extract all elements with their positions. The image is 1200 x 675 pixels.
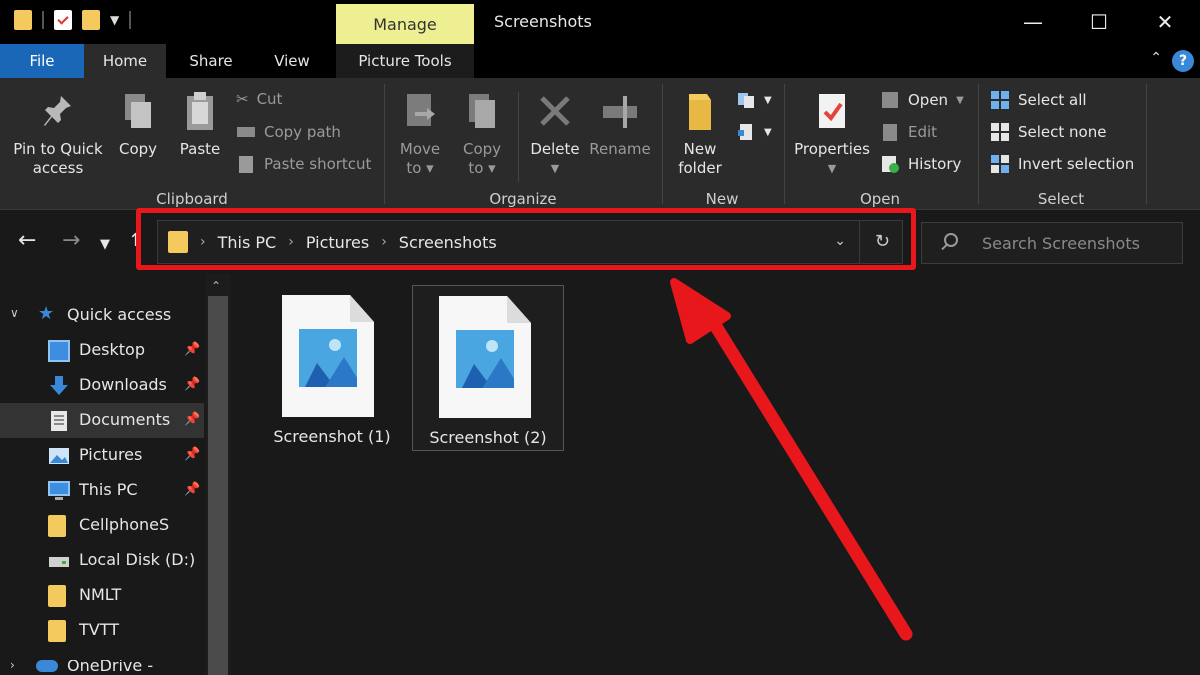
- annotation-arrow: [670, 278, 913, 641]
- annotation-arrow-shaft: [705, 313, 913, 641]
